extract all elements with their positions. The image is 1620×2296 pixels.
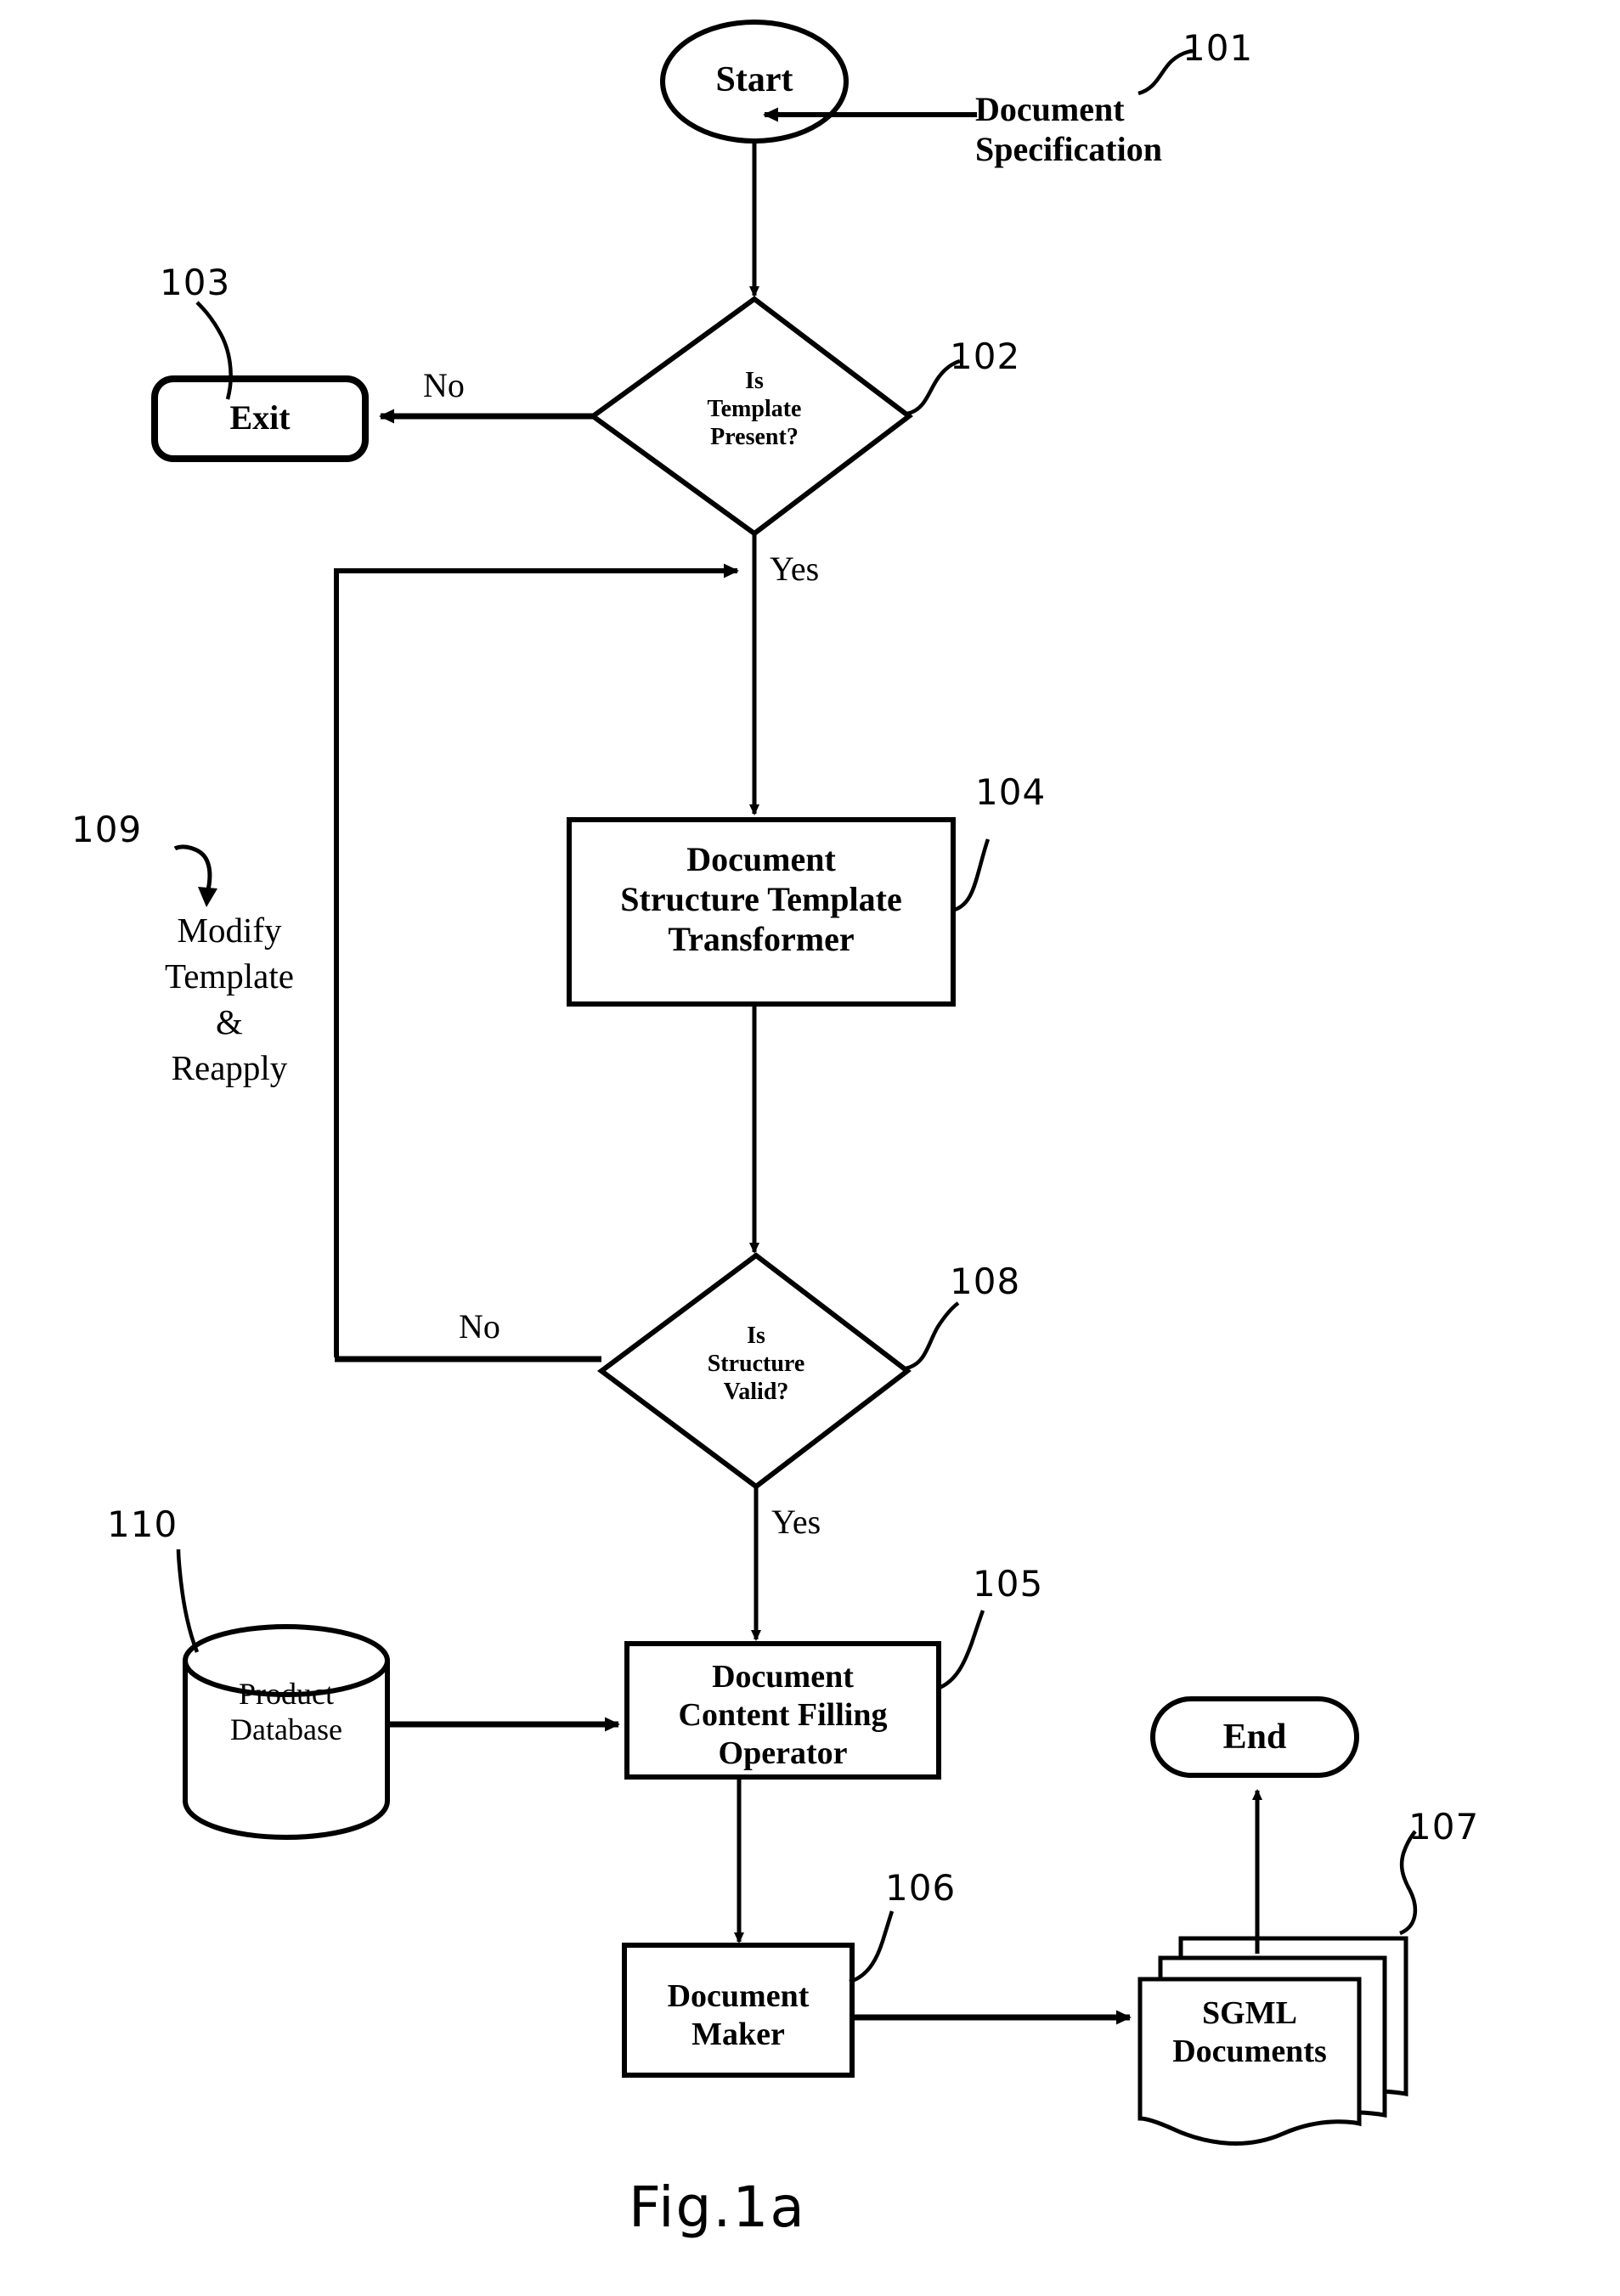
edge-label-template-no: No xyxy=(423,366,465,404)
reference-104: 104 xyxy=(975,771,1047,813)
modify-template-note: Modify Template & Reapply xyxy=(165,911,294,1088)
document-maker-node-shape xyxy=(622,1943,855,2078)
reference-105: 105 xyxy=(973,1563,1044,1605)
exit-node-shape xyxy=(151,375,369,462)
leader-108 xyxy=(905,1301,960,1371)
edge-label-template-yes: Yes xyxy=(770,550,820,588)
patent-figure: Start Document Specification 101 Is Temp… xyxy=(0,0,1620,2296)
reference-103: 103 xyxy=(160,262,231,303)
leader-110 xyxy=(176,1549,200,1653)
reference-110: 110 xyxy=(107,1503,178,1545)
reference-102: 102 xyxy=(950,336,1021,377)
reference-107: 107 xyxy=(1408,1806,1480,1848)
leader-109-arrowhead xyxy=(198,887,217,907)
decision-structure-shape xyxy=(596,1252,912,1490)
reference-106: 106 xyxy=(885,1867,957,1909)
reference-108: 108 xyxy=(950,1261,1021,1302)
leader-105 xyxy=(936,1610,985,1691)
edge-label-structure-no: No xyxy=(459,1307,500,1345)
reference-101: 101 xyxy=(1183,27,1254,69)
product-db-top xyxy=(183,1624,390,1697)
figure-caption: Fig.1a xyxy=(629,2175,806,2240)
end-node-shape xyxy=(1150,1696,1359,1778)
start-node-shape xyxy=(660,20,849,144)
transformer-node-shape xyxy=(567,817,956,1007)
flowchart-canvas xyxy=(151,20,1418,2146)
reference-109: 109 xyxy=(71,809,143,850)
leader-103 xyxy=(195,301,233,400)
content-filler-node-shape xyxy=(624,1641,941,1780)
leader-104 xyxy=(951,838,991,913)
edge-label-structure-yes: Yes xyxy=(771,1503,821,1541)
decision-template-shape xyxy=(588,296,913,537)
sgml-doc-front xyxy=(1137,1977,1362,2146)
edge-feedback-loop xyxy=(334,563,739,1357)
leader-109 xyxy=(173,844,212,894)
leader-106 xyxy=(849,1910,895,1984)
